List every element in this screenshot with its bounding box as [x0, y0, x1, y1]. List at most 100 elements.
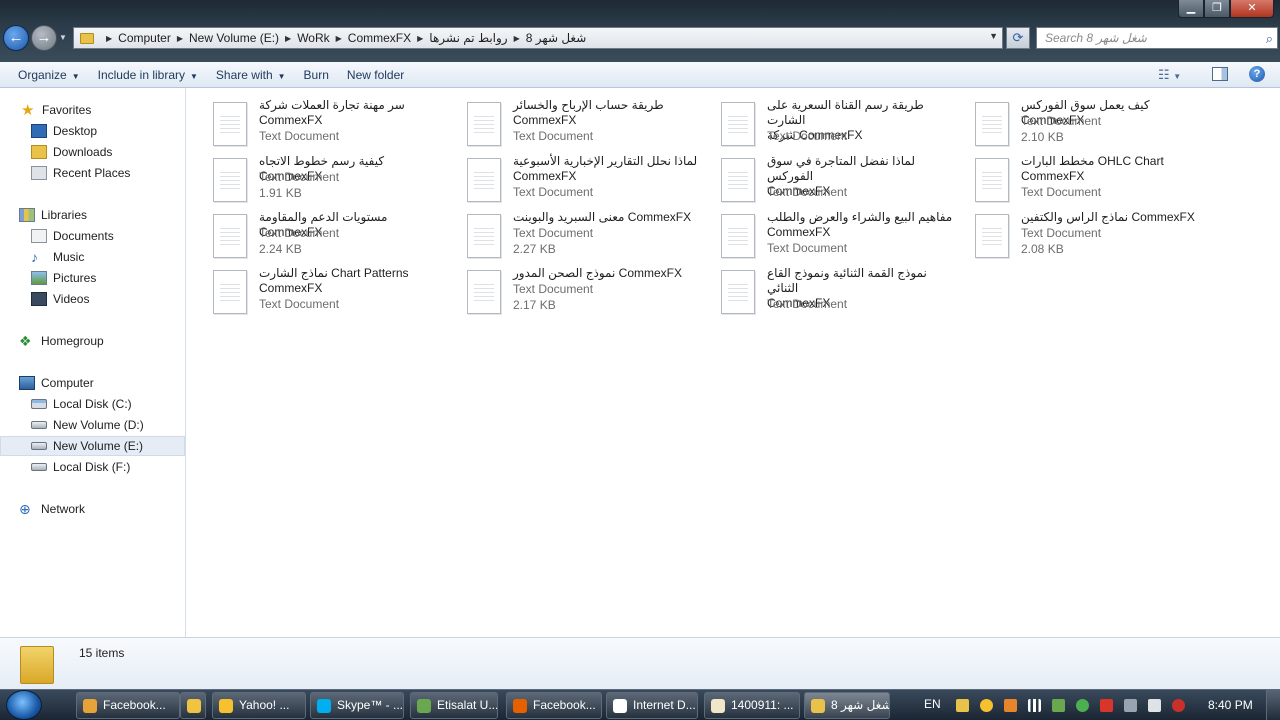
breadcrumb-arrow-icon[interactable]: ▶: [417, 34, 423, 43]
tray-app-icon[interactable]: [1004, 699, 1017, 712]
signal-icon[interactable]: [1028, 699, 1041, 712]
app-icon: [711, 698, 725, 713]
search-placeholder: Search شغل شهر 8: [1045, 31, 1147, 45]
taskbar-button[interactable]: Internet D...: [606, 692, 698, 719]
taskbar-button[interactable]: Etisalat U...: [410, 692, 498, 719]
address-bar[interactable]: ▶ Computer ▶ New Volume (E:) ▶ WoRk ▶ Co…: [73, 27, 1003, 49]
start-button[interactable]: [6, 690, 42, 720]
file-item[interactable]: مخطط البارات OHLC Chart CommexFX Text Doc…: [949, 154, 1199, 206]
volume-muted-icon[interactable]: [1172, 699, 1185, 712]
include-in-library-button[interactable]: Include in library ▼: [98, 68, 198, 82]
app-icon: [513, 698, 527, 713]
text-document-icon: [467, 158, 501, 202]
file-item[interactable]: مفاهيم البيع والشراء والعرض والطلب Comme…: [695, 210, 952, 262]
taskbar-button[interactable]: [180, 692, 206, 719]
command-bar: Organize ▼ Include in library ▼ Share with…: [0, 62, 1280, 88]
nav-downloads[interactable]: Downloads: [0, 142, 185, 162]
breadcrumb-arrow-icon[interactable]: ▶: [285, 34, 291, 43]
new-folder-button[interactable]: New folder: [347, 68, 404, 82]
file-item[interactable]: نماذج الشارت Chart Patterns CommexFX Text…: [187, 266, 437, 318]
file-item[interactable]: لماذا نحلل التقارير الإخبارية الأسبوعية …: [441, 154, 697, 206]
breadcrumb-current-folder[interactable]: شغل شهر 8: [526, 31, 587, 45]
taskbar-button[interactable]: Skype™ - ...: [310, 692, 404, 719]
breadcrumb-arrow-icon[interactable]: ▶: [514, 34, 520, 43]
tray-folder-icon[interactable]: [956, 699, 969, 712]
nav-pictures[interactable]: Pictures: [0, 268, 185, 288]
maximize-button[interactable]: ❐: [1204, 0, 1230, 18]
nav-new-volume-e[interactable]: New Volume (E:): [0, 436, 185, 456]
nav-desktop[interactable]: Desktop: [0, 121, 185, 141]
tray-yahoo-icon[interactable]: [980, 699, 993, 712]
minimize-button[interactable]: ▁: [1178, 0, 1204, 18]
desktop-icon: [31, 124, 47, 138]
show-desktop-button[interactable]: [1266, 690, 1280, 720]
back-button[interactable]: ←: [3, 25, 29, 51]
nav-new-volume-d[interactable]: New Volume (D:): [0, 415, 185, 435]
breadcrumb-new-volume-e[interactable]: New Volume (E:): [189, 31, 279, 45]
nav-libraries[interactable]: Libraries: [0, 205, 185, 225]
taskbar-button[interactable]: Facebook...: [506, 692, 602, 719]
nav-homegroup[interactable]: ❖ Homegroup: [0, 331, 185, 351]
file-item[interactable]: نماذج الراس والكتفين CommexFX Text Docume…: [949, 210, 1199, 262]
change-view-button[interactable]: ☷ ▼: [1158, 67, 1181, 83]
network-icon: ⊕: [19, 500, 31, 517]
nav-documents[interactable]: Documents: [0, 226, 185, 246]
taskbar-button[interactable]: Yahoo! ...: [212, 692, 306, 719]
file-item[interactable]: معنى السبريد والبوينت CommexFX Text Docum…: [441, 210, 691, 262]
forward-button[interactable]: →: [31, 25, 57, 51]
burn-button[interactable]: Burn: [304, 68, 329, 82]
file-type: Text Document: [513, 282, 594, 296]
refresh-button[interactable]: ⟳: [1006, 27, 1030, 49]
file-item[interactable]: كيفية رسم خطوط الاتجاه CommexFX Text Docu…: [187, 154, 437, 206]
nav-favorites[interactable]: ★ Favorites: [0, 100, 185, 120]
text-document-icon: [721, 270, 755, 314]
file-item[interactable]: سر مهنة تجارة العملات شركة CommexFX Text …: [187, 98, 437, 150]
organize-button[interactable]: Organize ▼: [18, 68, 80, 82]
nav-computer[interactable]: Computer: [0, 373, 185, 393]
breadcrumb-computer[interactable]: Computer: [118, 31, 171, 45]
tray-network-icon[interactable]: [1148, 699, 1161, 712]
breadcrumb-arrow-icon[interactable]: ▶: [336, 34, 342, 43]
search-input[interactable]: Search شغل شهر 8 ⌕: [1036, 27, 1278, 49]
recent-pages-dropdown-icon[interactable]: ▼: [59, 33, 67, 42]
file-item[interactable]: لماذا نفضل المتاجرة في سوق الفوركس Comme…: [695, 154, 945, 206]
taskbar-button[interactable]: Facebook...: [76, 692, 180, 719]
tray-flag-icon[interactable]: [1100, 699, 1113, 712]
preview-pane-button[interactable]: [1212, 67, 1228, 81]
file-item[interactable]: نموذج الصحن المدور CommexFX Text Document…: [441, 266, 691, 318]
file-item[interactable]: نموذج القمة الثنائية ونموذج القاع الثنائ…: [695, 266, 945, 318]
nav-local-disk-f[interactable]: Local Disk (F:): [0, 457, 185, 477]
nav-recent-places[interactable]: Recent Places: [0, 163, 185, 183]
close-button[interactable]: ✕: [1230, 0, 1274, 18]
breadcrumb-arrow-icon[interactable]: ▶: [106, 34, 112, 43]
file-item[interactable]: مستويات الدعم والمقاومة CommexFX Text Doc…: [187, 210, 437, 262]
file-item[interactable]: طريقة حساب الإرباح والخسائر CommexFX Text…: [441, 98, 691, 150]
nav-local-disk-c[interactable]: Local Disk (C:): [0, 394, 185, 414]
tray-green-icon[interactable]: [1076, 699, 1089, 712]
language-indicator[interactable]: EN: [924, 697, 941, 711]
breadcrumb-arrow-icon[interactable]: ▶: [177, 34, 183, 43]
tray-device-icon[interactable]: [1124, 699, 1137, 712]
file-item[interactable]: طريقة رسم القناة السعرية على الشارت شركة…: [695, 98, 945, 150]
taskbar-button[interactable]: شغل شهر 8: [804, 692, 890, 719]
breadcrumb-published-links[interactable]: روابط تم نشرها: [429, 31, 507, 45]
app-icon: [317, 698, 331, 713]
computer-icon: [19, 376, 35, 390]
libraries-icon: [19, 208, 35, 222]
nav-label: Downloads: [53, 145, 113, 159]
breadcrumb-commexfx[interactable]: CommexFX: [348, 31, 411, 45]
file-item[interactable]: كيف يعمل سوق الفوركس CommexFX Text Docume…: [949, 98, 1199, 150]
help-button[interactable]: ?: [1249, 66, 1265, 82]
search-icon[interactable]: ⌕: [1266, 29, 1273, 49]
address-dropdown-icon[interactable]: ▼: [989, 31, 998, 41]
clock[interactable]: 8:40 PM: [1208, 698, 1253, 712]
nav-label: Documents: [53, 229, 114, 243]
nav-videos[interactable]: Videos: [0, 289, 185, 309]
nav-music[interactable]: ♪ Music: [0, 247, 185, 267]
taskbar-button[interactable]: 1400911: ...: [704, 692, 800, 719]
folder-icon: [80, 32, 94, 44]
share-with-button[interactable]: Share with ▼: [216, 68, 286, 82]
breadcrumb-work[interactable]: WoRk: [297, 31, 329, 45]
nav-network[interactable]: ⊕ Network: [0, 499, 185, 519]
tray-battery-icon[interactable]: [1052, 699, 1065, 712]
